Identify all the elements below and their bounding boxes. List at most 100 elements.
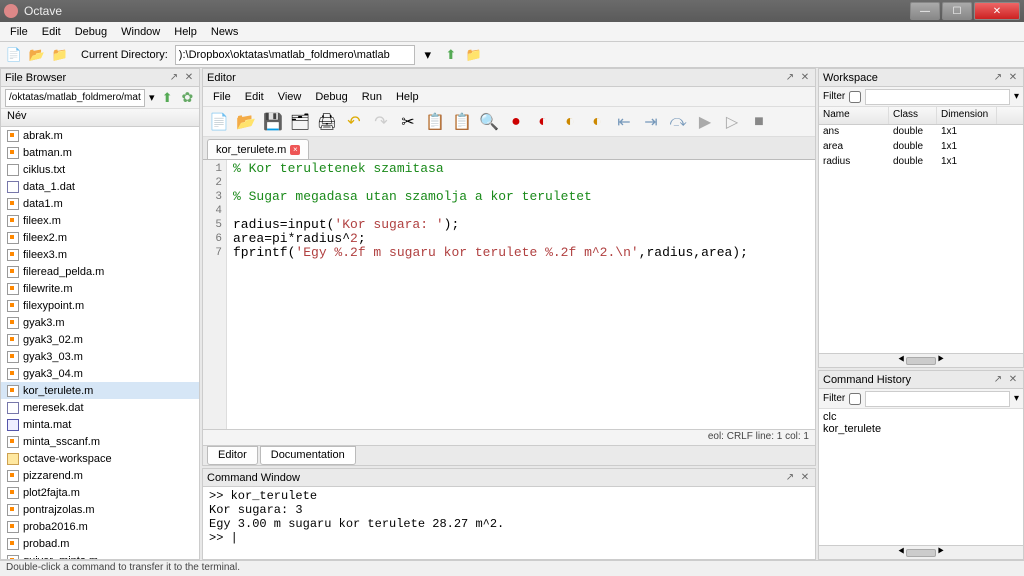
continue-icon[interactable]: ▶ [693, 110, 717, 134]
editor-menu-run[interactable]: Run [356, 90, 388, 104]
new-icon[interactable]: 📄 [207, 110, 231, 134]
file-item[interactable]: octave-workspace [1, 450, 199, 467]
up-icon[interactable]: ⬆ [159, 88, 176, 108]
browse-folder-icon[interactable]: 📁 [464, 45, 484, 65]
breakpoint3-icon[interactable]: ◐ [558, 110, 582, 134]
workspace-col-dimension[interactable]: Dimension [937, 107, 997, 124]
workspace-col-name[interactable]: Name [819, 107, 889, 124]
gear-icon[interactable]: ✿ [180, 89, 195, 107]
bottom-tab-documentation[interactable]: Documentation [260, 446, 356, 465]
paste-icon[interactable]: 📋 [450, 110, 474, 134]
undock-icon[interactable]: ↗ [784, 72, 796, 84]
undock-icon[interactable]: ↗ [168, 72, 180, 84]
menu-news[interactable]: News [205, 25, 245, 39]
cmdhist-filter-checkbox[interactable] [849, 393, 861, 405]
file-item[interactable]: fileread_pelda.m [1, 263, 199, 280]
workspace-col-class[interactable]: Class [889, 107, 937, 124]
tab-close-icon[interactable]: × [290, 145, 300, 155]
file-item[interactable]: data_1.dat [1, 178, 199, 195]
file-item[interactable]: meresek.dat [1, 399, 199, 416]
stepout-icon[interactable]: ⇤ [612, 110, 636, 134]
maximize-button[interactable]: ☐ [942, 2, 972, 20]
file-item[interactable]: gyak3_04.m [1, 365, 199, 382]
workspace-table[interactable]: NameClassDimension ansdouble1x1areadoubl… [819, 107, 1023, 353]
print-icon[interactable]: 🖨 [315, 110, 339, 134]
history-item[interactable]: kor_terulete [823, 423, 1019, 435]
file-item[interactable]: plot2fajta.m [1, 484, 199, 501]
close-panel-icon[interactable]: ✕ [799, 472, 811, 484]
command-window-body[interactable]: >> kor_terulete Kor sugara: 3 Egy 3.00 m… [203, 487, 815, 559]
file-item[interactable]: minta.mat [1, 416, 199, 433]
editor-menu-debug[interactable]: Debug [309, 90, 353, 104]
redo-icon[interactable]: ↷ [369, 110, 393, 134]
breakpoint-icon[interactable]: ● [504, 110, 528, 134]
file-item[interactable]: fileex2.m [1, 229, 199, 246]
run-icon[interactable]: ▷ [720, 110, 744, 134]
cmdhist-filter-input[interactable] [865, 391, 1010, 407]
dropdown-icon[interactable]: ▾ [418, 45, 438, 65]
undo-icon[interactable]: ↶ [342, 110, 366, 134]
copy-icon[interactable]: 📋 [423, 110, 447, 134]
file-item[interactable]: fileex3.m [1, 246, 199, 263]
bottom-tab-editor[interactable]: Editor [207, 446, 258, 465]
file-item[interactable]: pizzarend.m [1, 467, 199, 484]
file-item[interactable]: abrak.m [1, 127, 199, 144]
new-file-icon[interactable]: 📄 [4, 45, 24, 65]
close-button[interactable]: ✕ [974, 2, 1020, 20]
close-panel-icon[interactable]: ✕ [1007, 72, 1019, 84]
saveall-icon[interactable]: 🗂 [288, 110, 312, 134]
editor-menu-help[interactable]: Help [390, 90, 425, 104]
file-browser-column-header[interactable]: Név [1, 109, 199, 127]
workspace-filter-checkbox[interactable] [849, 91, 861, 103]
file-item[interactable]: gyak3_02.m [1, 331, 199, 348]
menu-window[interactable]: Window [115, 25, 166, 39]
undock-icon[interactable]: ↗ [992, 374, 1004, 386]
stepin-icon[interactable]: ⇥ [639, 110, 663, 134]
cmdhist-hscroll[interactable]: ⯇⯈ [819, 545, 1023, 559]
stop-icon[interactable]: ■ [747, 110, 771, 134]
file-item[interactable]: batman.m [1, 144, 199, 161]
workspace-filter-input[interactable] [865, 89, 1010, 105]
menu-file[interactable]: File [4, 25, 34, 39]
file-browser-path-input[interactable] [5, 89, 145, 107]
workspace-hscroll[interactable]: ⯇⯈ [819, 353, 1023, 367]
file-item[interactable]: data1.m [1, 195, 199, 212]
history-item[interactable]: clc [823, 411, 1019, 423]
editor-tab[interactable]: kor_terulete.m × [207, 139, 309, 159]
workspace-row[interactable]: areadouble1x1 [819, 140, 1023, 155]
up-folder-icon[interactable]: ⬆ [441, 45, 461, 65]
workspace-row[interactable]: radiusdouble1x1 [819, 155, 1023, 170]
close-panel-icon[interactable]: ✕ [183, 72, 195, 84]
workspace-row[interactable]: ansdouble1x1 [819, 125, 1023, 140]
menu-debug[interactable]: Debug [69, 25, 113, 39]
save-icon[interactable]: 💾 [261, 110, 285, 134]
folder-icon[interactable]: 📁 [50, 45, 70, 65]
stepover-icon[interactable]: ⤼ [666, 110, 690, 134]
file-item[interactable]: gyak3.m [1, 314, 199, 331]
file-item[interactable]: fileex.m [1, 212, 199, 229]
breakpoint4-icon[interactable]: ◐ [585, 110, 609, 134]
file-item[interactable]: ciklus.txt [1, 161, 199, 178]
close-panel-icon[interactable]: ✕ [799, 72, 811, 84]
file-item[interactable]: filewrite.m [1, 280, 199, 297]
breakpoint2-icon[interactable]: ◐ [531, 110, 555, 134]
close-panel-icon[interactable]: ✕ [1007, 374, 1019, 386]
menu-edit[interactable]: Edit [36, 25, 67, 39]
file-item[interactable]: probad.m [1, 535, 199, 552]
command-history-body[interactable]: clckor_terulete [819, 409, 1023, 545]
undock-icon[interactable]: ↗ [992, 72, 1004, 84]
undock-icon[interactable]: ↗ [784, 472, 796, 484]
open-icon[interactable]: 📂 [234, 110, 258, 134]
file-browser-list[interactable]: abrak.mbatman.mciklus.txtdata_1.datdata1… [1, 127, 199, 559]
cut-icon[interactable]: ✂ [396, 110, 420, 134]
open-folder-icon[interactable]: 📂 [27, 45, 47, 65]
file-item[interactable]: quiver_minta.m [1, 552, 199, 559]
chevron-down-icon[interactable]: ▾ [149, 91, 155, 104]
current-directory-input[interactable] [175, 45, 415, 65]
dropdown-icon[interactable]: ▾ [1014, 91, 1019, 102]
file-item[interactable]: kor_terulete.m [1, 382, 199, 399]
find-icon[interactable]: 🔍 [477, 110, 501, 134]
editor-menu-file[interactable]: File [207, 90, 237, 104]
editor-code[interactable]: % Kor teruletenek szamitasa% Sugar megad… [227, 160, 815, 429]
editor-menu-edit[interactable]: Edit [239, 90, 270, 104]
